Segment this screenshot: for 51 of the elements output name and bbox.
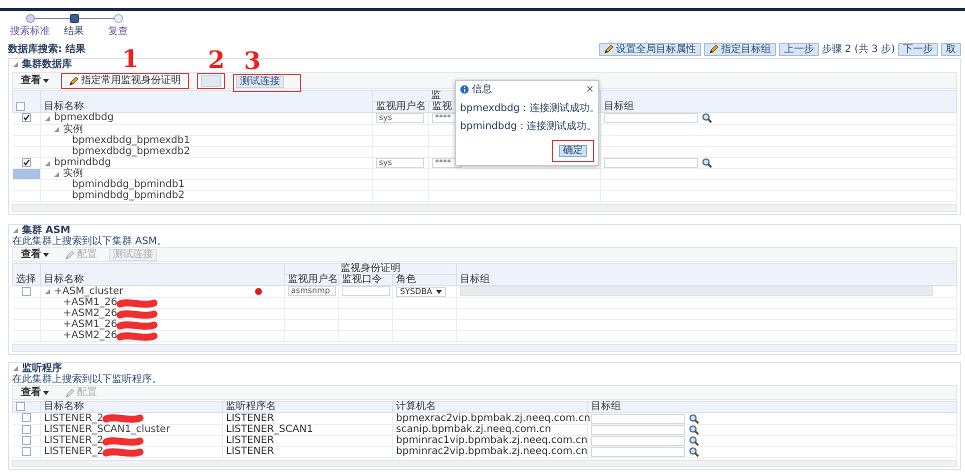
table-cell: LISTENER xyxy=(222,435,392,447)
table-cell: bpminrac2vip.bpmbak.zj.neeq.com.cn xyxy=(392,446,588,458)
target-name: 实例 xyxy=(63,124,83,135)
step-counter: 步骤 2 (共 3 步) xyxy=(822,44,895,54)
column-header: 目标组 xyxy=(588,402,956,413)
table-cell: LISTENER_SCAN1 xyxy=(222,424,392,436)
column-header: 监听程序名 xyxy=(222,402,392,413)
table-cell: bpmexrac2vip.bpmbak.zj.neeq.com.cn xyxy=(392,412,588,424)
column-header: 目标组 xyxy=(600,90,956,112)
target-name: +ASM1_26 xyxy=(63,320,118,330)
target-name: 实例 xyxy=(63,169,83,180)
target-name: +ASM2_26 xyxy=(63,309,118,320)
column-header: 计算机名 xyxy=(392,402,588,413)
column-header: 目标名称 xyxy=(40,264,284,286)
column-header: 目标组 xyxy=(456,264,956,286)
table-cell: LISTENER xyxy=(222,446,392,458)
dialog-message: bpmexdbdg : 连接测试成功。 xyxy=(460,103,594,114)
target-name: +ASM_cluster xyxy=(54,286,124,297)
table-cell: scanip.bpmbak.zj.neeq.com.cn xyxy=(392,424,588,436)
annotation-number: 1 xyxy=(122,46,139,70)
target-name: bpmexdbdg_bpmexdb2 xyxy=(72,146,190,157)
section-description: 在此集群上搜索到以下监听程序。 xyxy=(12,374,163,386)
section-description: 在此集群上搜索到以下集群 ASM。 xyxy=(12,236,168,248)
column-header: 监视口令 xyxy=(338,274,392,286)
page-title: 数据库搜索: 结果 xyxy=(8,44,86,54)
annotation-number: 3 xyxy=(244,48,261,72)
target-name: bpmindbdg xyxy=(54,158,111,168)
column-header: 目标名称 xyxy=(40,402,222,413)
column-group-header: 监视身份证明 xyxy=(284,264,457,275)
dialog-message: bpmindbdg : 连接测试成功。 xyxy=(460,121,594,132)
section-title: 集群 ASM xyxy=(22,225,70,236)
target-name: LISTENER_2 xyxy=(44,447,104,458)
column-header: 角色 xyxy=(392,274,457,286)
section-title: 集群数据库 xyxy=(22,59,72,70)
table-cell: bpminrac1vip.bpmbak.zj.neeq.com.cn xyxy=(392,435,588,447)
target-name: +ASM1_26 xyxy=(63,298,118,308)
section-title: 监听程序 xyxy=(22,363,62,374)
target-name: bpmexdbdg_bpmexdb1 xyxy=(72,136,190,146)
column-header: 监视用户名 xyxy=(372,102,428,112)
column-header: 目标名称 xyxy=(40,90,372,112)
target-name: LISTENER_2 xyxy=(44,414,104,424)
target-name: bpmexdbdg xyxy=(54,113,114,124)
target-name: +ASM2_26 xyxy=(63,331,118,342)
target-name: bpmindbdg_bpmindb2 xyxy=(72,191,185,202)
target-name: LISTENER_SCAN1_cluster xyxy=(44,424,170,435)
annotation-number: 2 xyxy=(208,48,225,72)
table-cell: LISTENER xyxy=(222,412,392,424)
target-name: LISTENER_2 xyxy=(44,436,104,446)
target-name: bpmindbdg_bpmindb1 xyxy=(72,180,185,190)
column-header: 选择 xyxy=(12,264,40,286)
column-header: 监视用户名 xyxy=(284,274,338,286)
